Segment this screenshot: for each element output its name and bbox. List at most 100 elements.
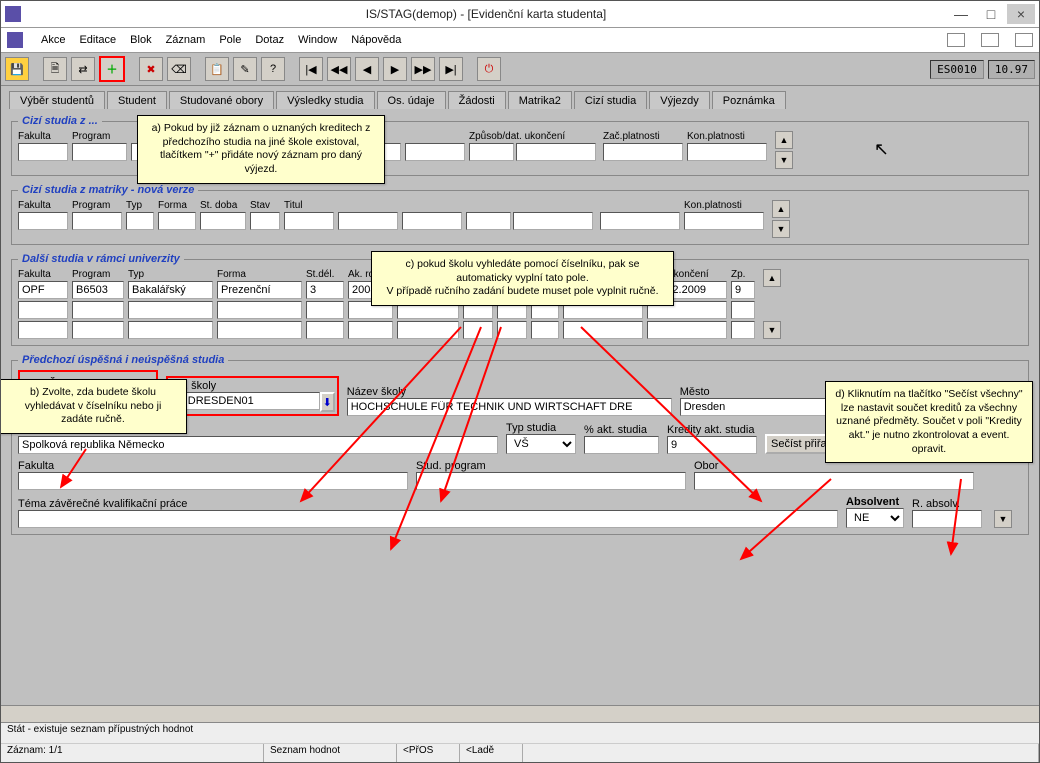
tab-cizi-studia[interactable]: Cizí studia [574, 91, 647, 110]
s3-scroll-down[interactable]: ▼ [763, 321, 781, 339]
s1-zp1[interactable] [469, 143, 514, 161]
s3r2-m[interactable] [731, 301, 755, 319]
minimize-button[interactable]: — [947, 4, 975, 24]
s3r2-e[interactable] [306, 301, 344, 319]
s3-scroll-up[interactable]: ▲ [763, 269, 781, 287]
menu-zaznam[interactable]: Záznam [166, 34, 206, 46]
s2-forma[interactable] [158, 212, 196, 230]
s3-forma[interactable] [217, 281, 302, 299]
s3-fakulta[interactable] [18, 281, 68, 299]
h-scrollbar[interactable] [1, 705, 1039, 722]
menu-editace[interactable]: Editace [79, 34, 116, 46]
menu-blok[interactable]: Blok [130, 34, 151, 46]
s3r3-g[interactable] [397, 321, 459, 339]
edit-icon[interactable]: ✎ [233, 57, 257, 81]
exit-icon[interactable]: ⏻ [477, 57, 501, 81]
close-button[interactable]: × [1007, 4, 1035, 24]
s3r2-c[interactable] [128, 301, 213, 319]
s2-f2[interactable] [402, 212, 462, 230]
s3r2-b[interactable] [72, 301, 124, 319]
menu-pole[interactable]: Pole [219, 34, 241, 46]
s3r3-k[interactable] [563, 321, 643, 339]
s3r3-d[interactable] [217, 321, 302, 339]
obor-input[interactable] [694, 472, 974, 490]
s2-stdoba[interactable] [200, 212, 246, 230]
s3-typ[interactable] [128, 281, 213, 299]
s3r3-f[interactable] [348, 321, 393, 339]
tema-input[interactable] [18, 510, 838, 528]
fakulta-input[interactable] [18, 472, 408, 490]
tab-vysledky-studia[interactable]: Výsledky studia [276, 91, 374, 110]
menu-dotaz[interactable]: Dotaz [255, 34, 284, 46]
s1-fakulta[interactable] [18, 143, 68, 161]
s2-finzapis[interactable] [338, 212, 398, 230]
s1-scroll-down[interactable]: ▼ [775, 151, 793, 169]
s3r3-c[interactable] [128, 321, 213, 339]
nazev-skoly-input[interactable] [347, 398, 672, 416]
last-record-icon[interactable]: ▶| [439, 57, 463, 81]
s3r3-j[interactable] [531, 321, 559, 339]
pct-akt-input[interactable] [584, 436, 659, 454]
mdi-minimize-button[interactable] [947, 33, 965, 47]
s2-typ[interactable] [126, 212, 154, 230]
s2-scroll-up[interactable]: ▲ [772, 200, 790, 218]
s2-scroll-down[interactable]: ▼ [772, 220, 790, 238]
menu-window[interactable]: Window [298, 34, 337, 46]
s3r3-l[interactable] [647, 321, 727, 339]
mdi-close-button[interactable] [1015, 33, 1033, 47]
s1-konpl[interactable] [687, 143, 767, 161]
clear-icon[interactable]: ⌫ [167, 57, 191, 81]
r-absolv-input[interactable] [912, 510, 982, 528]
menu-akce[interactable]: Akce [41, 34, 65, 46]
s2-zp2[interactable] [513, 212, 593, 230]
s1-scroll-up[interactable]: ▲ [775, 131, 793, 149]
studprogram-input[interactable] [416, 472, 686, 490]
tab-vyber-studentu[interactable]: Výběr studentů [9, 91, 105, 110]
navigate-icon[interactable]: ⇄ [71, 57, 95, 81]
next-block-icon[interactable]: ▶▶ [411, 57, 435, 81]
s3-zp[interactable] [731, 281, 755, 299]
menu-napoveda[interactable]: Nápověda [351, 34, 401, 46]
s4-scroll-down[interactable]: ▼ [994, 510, 1012, 528]
s2-fakulta[interactable] [18, 212, 68, 230]
typ-studia-select[interactable]: VŠ [506, 434, 576, 454]
print-icon[interactable]: 🗎 [43, 57, 67, 81]
s1-program[interactable] [72, 143, 127, 161]
help-icon[interactable]: ? [261, 57, 285, 81]
tab-zadosti[interactable]: Žádosti [448, 91, 506, 110]
s3-program[interactable] [72, 281, 124, 299]
s3r3-e[interactable] [306, 321, 344, 339]
s3-stdel[interactable] [306, 281, 344, 299]
s3r3-h[interactable] [463, 321, 493, 339]
first-record-icon[interactable]: |◀ [299, 57, 323, 81]
s3r2-a[interactable] [18, 301, 68, 319]
tab-studovane-obory[interactable]: Studované obory [169, 91, 274, 110]
prev-record-icon[interactable]: ◀ [355, 57, 379, 81]
next-record-icon[interactable]: ▶ [383, 57, 407, 81]
s2-konpl[interactable] [684, 212, 764, 230]
stat-input[interactable] [18, 436, 498, 454]
tab-poznamka[interactable]: Poznámka [712, 91, 786, 110]
s1-zp2[interactable] [516, 143, 596, 161]
s1-zacpl[interactable] [603, 143, 683, 161]
maximize-button[interactable]: □ [977, 4, 1005, 24]
zkr-skoly-input[interactable] [170, 392, 320, 410]
s2-program[interactable] [72, 212, 122, 230]
tab-vyjezdy[interactable]: Výjezdy [649, 91, 710, 110]
lookup-school-button[interactable]: ⬇ [320, 392, 335, 412]
mdi-restore-button[interactable] [981, 33, 999, 47]
s2-zp1[interactable] [466, 212, 511, 230]
save-icon[interactable]: 💾 [5, 57, 29, 81]
s3r2-d[interactable] [217, 301, 302, 319]
add-record-button[interactable]: ＋ [99, 56, 125, 82]
prev-block-icon[interactable]: ◀◀ [327, 57, 351, 81]
s2-stav[interactable] [250, 212, 280, 230]
tab-os-udaje[interactable]: Os. údaje [377, 91, 446, 110]
s3r3-i[interactable] [497, 321, 527, 339]
tab-student[interactable]: Student [107, 91, 167, 110]
s2-zacpl[interactable] [600, 212, 680, 230]
delete-icon[interactable]: ✖ [139, 57, 163, 81]
copy-icon[interactable]: 📋 [205, 57, 229, 81]
s3r3-a[interactable] [18, 321, 68, 339]
s1-f2[interactable] [405, 143, 465, 161]
